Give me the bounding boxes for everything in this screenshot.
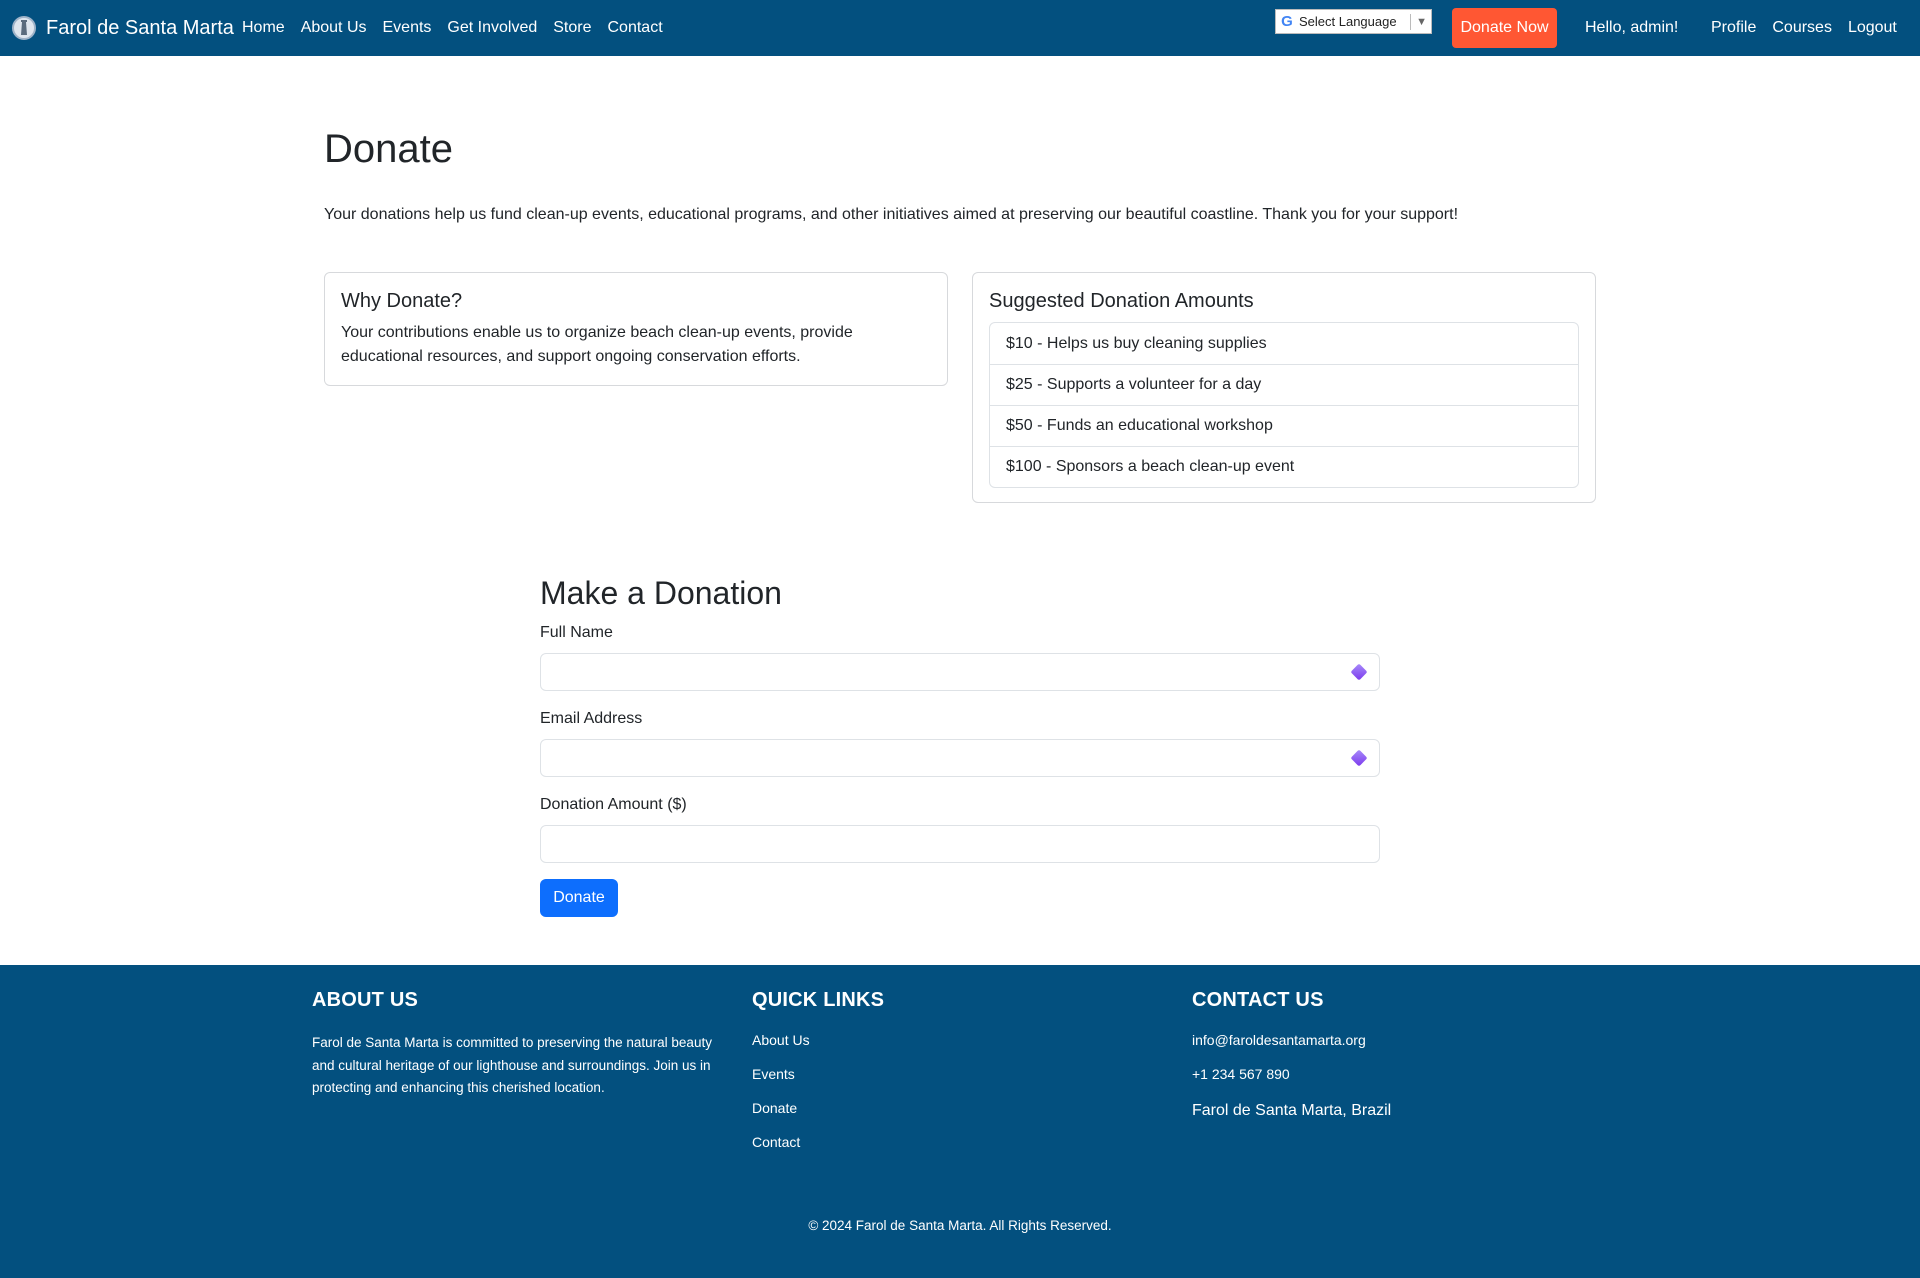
footer-contact: CONTACT US info@faroldesantamarta.org +1… (1192, 989, 1391, 1120)
nav-about-us[interactable]: About Us (301, 19, 367, 37)
suggested-amounts-list: $10 - Helps us buy cleaning supplies $25… (989, 322, 1579, 488)
autofill-extension-icon[interactable] (1349, 748, 1369, 768)
footer-link-about[interactable]: About Us (752, 1032, 884, 1066)
footer-location: Farol de Santa Marta, Brazil (1192, 1102, 1392, 1119)
footer-contact-title: CONTACT US (1192, 989, 1324, 1011)
full-name-input[interactable] (540, 653, 1380, 691)
donation-amount-input[interactable] (540, 825, 1380, 863)
footer-about: ABOUT US Farol de Santa Marta is committ… (312, 989, 732, 1100)
why-donate-text: Your contributions enable us to organize… (341, 324, 853, 365)
footer-link-events[interactable]: Events (752, 1066, 884, 1100)
email-input[interactable] (540, 739, 1380, 777)
footer-about-title: ABOUT US (312, 989, 419, 1011)
footer-about-text: Farol de Santa Marta is committed to pre… (312, 1035, 712, 1095)
user-nav: Profile Courses Logout (1711, 0, 1897, 56)
footer-email-link[interactable]: info@faroldesantamarta.org (1192, 1032, 1391, 1066)
nav-get-involved[interactable]: Get Involved (447, 19, 537, 37)
nav-contact[interactable]: Contact (608, 19, 663, 37)
nav-profile[interactable]: Profile (1711, 19, 1756, 37)
why-donate-title: Why Donate? (341, 290, 463, 312)
full-name-label: Full Name (540, 624, 613, 641)
language-select-label: Select Language (1299, 14, 1397, 29)
copyright: © 2024 Farol de Santa Marta. All Rights … (808, 1218, 1112, 1233)
page-lead: Your donations help us fund clean-up eve… (324, 206, 1459, 223)
google-g-icon: G (1281, 13, 1293, 30)
nav-events[interactable]: Events (383, 19, 432, 37)
suggested-amounts-card: Suggested Donation Amounts $10 - Helps u… (972, 272, 1596, 503)
footer-links-title: QUICK LINKS (752, 989, 885, 1011)
footer-link-donate[interactable]: Donate (752, 1100, 884, 1134)
footer-link-contact[interactable]: Contact (752, 1134, 884, 1168)
brand-name: Farol de Santa Marta (46, 16, 234, 39)
list-item: $10 - Helps us buy cleaning supplies (1006, 334, 1267, 352)
donation-form-title: Make a Donation (540, 575, 782, 611)
list-item: $50 - Funds an educational workshop (990, 405, 1578, 446)
list-item: $25 - Supports a volunteer for a day (990, 364, 1578, 405)
donate-now-button[interactable]: Donate Now (1452, 8, 1557, 48)
brand-link[interactable]: Farol de Santa Marta (12, 0, 234, 56)
nav-home[interactable]: Home (242, 19, 285, 37)
footer-quick-links: QUICK LINKS About Us Events Donate Conta… (752, 989, 884, 1168)
suggested-amounts-title: Suggested Donation Amounts (989, 290, 1254, 312)
language-select[interactable]: G Select Language ▼ (1275, 9, 1432, 34)
navbar: Farol de Santa Marta Home About Us Event… (0, 0, 1920, 56)
why-donate-card: Why Donate? Your contributions enable us… (324, 272, 948, 386)
nav-store[interactable]: Store (553, 19, 591, 37)
autofill-extension-icon[interactable] (1349, 662, 1369, 682)
footer-phone: +1 234 567 890 (1192, 1066, 1290, 1082)
donate-submit-button[interactable]: Donate (540, 879, 618, 917)
email-label: Email Address (540, 710, 643, 727)
main-nav: Home About Us Events Get Involved Store … (242, 0, 663, 56)
user-greeting: Hello, admin! (1585, 19, 1679, 36)
lighthouse-logo-icon (12, 16, 36, 40)
page-title: Donate (324, 127, 453, 171)
donation-amount-label: Donation Amount ($) (540, 796, 687, 813)
nav-courses[interactable]: Courses (1772, 19, 1832, 37)
dropdown-caret-icon: ▼ (1410, 13, 1427, 30)
footer: ABOUT US Farol de Santa Marta is committ… (0, 965, 1920, 1278)
list-item: $100 - Sponsors a beach clean-up event (990, 446, 1578, 487)
nav-logout[interactable]: Logout (1848, 19, 1897, 37)
